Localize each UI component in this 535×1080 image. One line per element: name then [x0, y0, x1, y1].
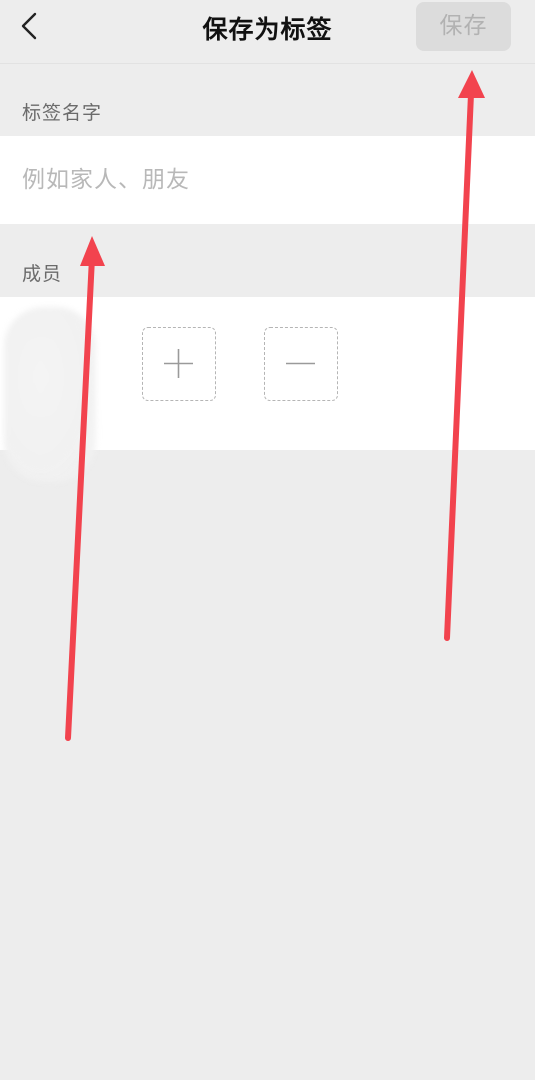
members-panel	[0, 297, 535, 482]
remove-member-button[interactable]	[264, 327, 338, 401]
tag-name-field	[0, 136, 535, 224]
tag-name-input[interactable]	[22, 158, 512, 202]
minus-icon	[286, 362, 315, 365]
member-avatar[interactable]	[4, 307, 96, 482]
plus-icon	[164, 349, 193, 378]
add-member-button[interactable]	[142, 327, 216, 401]
members-label: 成员	[22, 263, 63, 285]
save-button[interactable]: 保存	[416, 2, 511, 51]
top-bar: 保存为标签 保存	[0, 0, 535, 64]
tag-name-label: 标签名字	[22, 102, 103, 124]
